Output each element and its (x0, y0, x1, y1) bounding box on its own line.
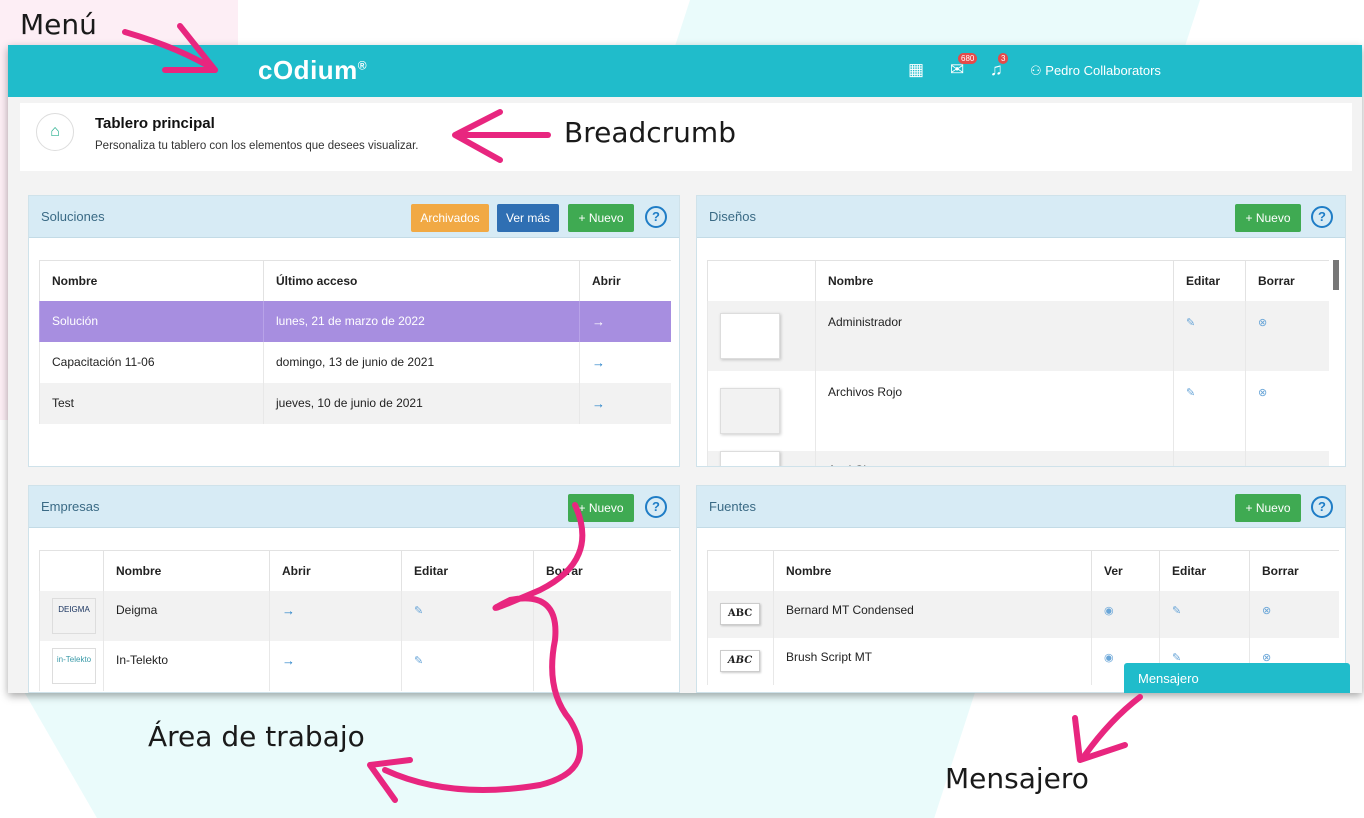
workspace-swirl (382, 502, 586, 793)
annotation-messenger: Mensajero (945, 762, 1089, 795)
annotation-workspace: Área de trabajo (148, 720, 365, 753)
annotation-breadcrumb: Breadcrumb (564, 116, 736, 149)
stage: Menú cOdium® ▦ ✉ 680 ♫ 3 ⚇ Pedro Collabo… (0, 0, 1364, 818)
